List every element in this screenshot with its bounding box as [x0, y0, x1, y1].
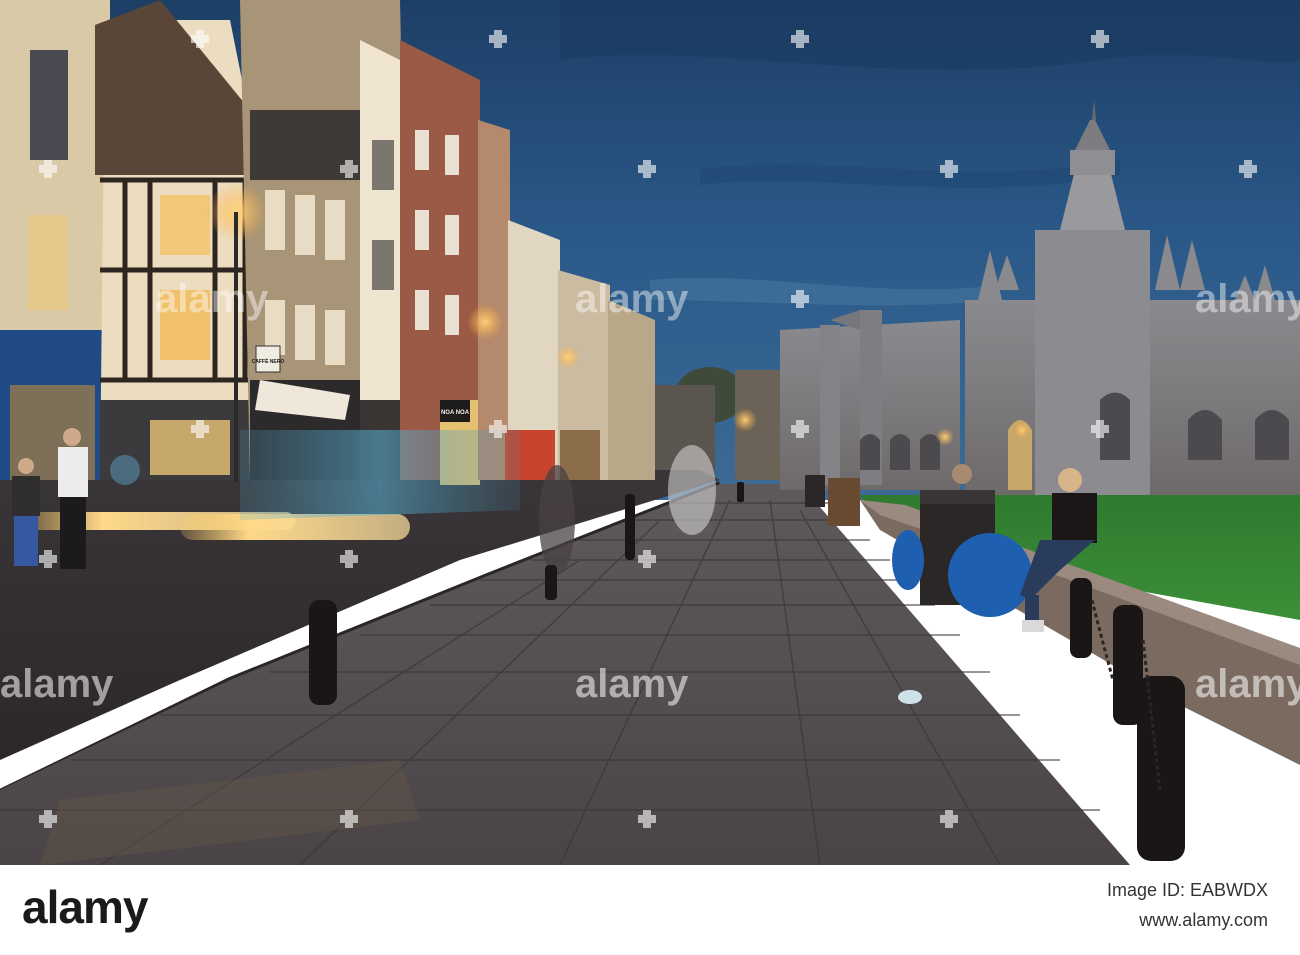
ghost-pedestrian — [668, 445, 716, 535]
watermark-logo: alamy — [575, 277, 689, 321]
street-photo: CAFFÈ NERO NOA NOA alamy alamy alamy ala… — [0, 0, 1300, 865]
rubbish-bag — [948, 533, 1032, 617]
street-lamp-glow — [733, 408, 757, 432]
watermark-logo: alamy — [0, 662, 114, 706]
noa-noa-sign-text: NOA NOA — [441, 410, 470, 416]
ghost-pedestrian — [110, 455, 140, 485]
watermark-logo: alamy — [1195, 277, 1300, 321]
discarded-cup — [898, 690, 922, 704]
seated-man — [952, 464, 972, 484]
rubbish-bag — [892, 530, 924, 590]
watermark-logo: alamy — [575, 662, 689, 706]
litter-bin — [828, 478, 860, 526]
watermark-logo: alamy — [155, 277, 269, 321]
street-lamp-glow — [556, 345, 580, 369]
watermark-logo: alamy — [1195, 662, 1300, 706]
image-id-label: Image ID: EABWDX — [1106, 880, 1268, 900]
site-url-label: www.alamy.com — [1139, 910, 1268, 930]
footer-bar — [0, 865, 1300, 955]
litter-bin — [805, 475, 825, 507]
man-standing — [58, 428, 88, 569]
caffe-nero-sign-text: CAFFÈ NERO — [252, 357, 285, 365]
street-lamp-glow — [467, 304, 503, 340]
alamy-logo: alamy — [22, 881, 148, 933]
bus-blur — [240, 430, 520, 520]
ghost-pedestrian — [539, 465, 575, 575]
street-lamp-post — [234, 212, 238, 482]
